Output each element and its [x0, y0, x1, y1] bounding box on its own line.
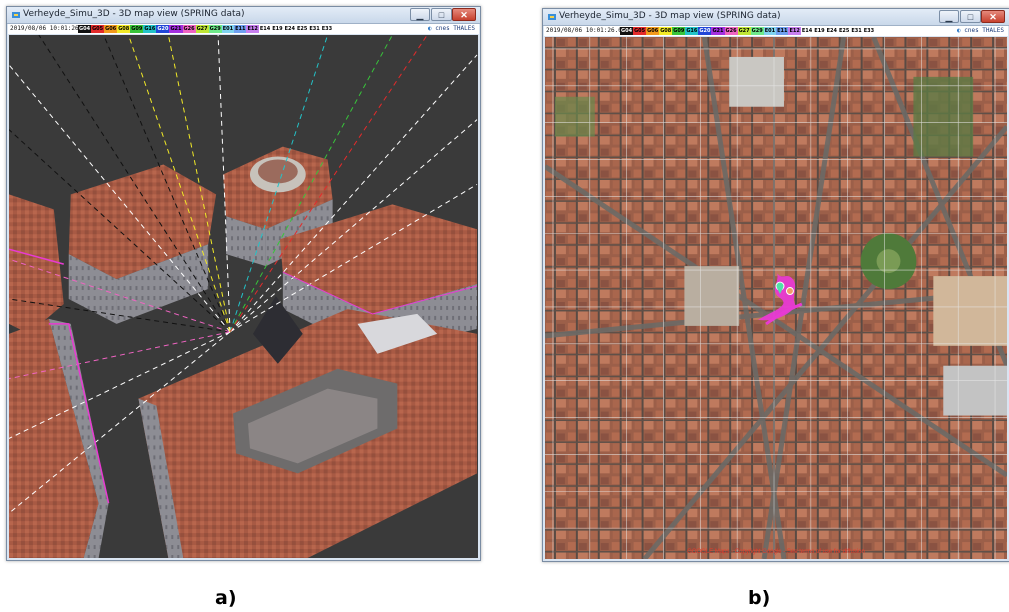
- window-3d-view-a: Verheyde_Simu_3D - 3D map view (SPRING d…: [6, 6, 481, 561]
- satellite-legend: G04 G05 G06 G08 G09 G16 G20 G21 G26 G27 G29 E01 E11 E…: [620, 27, 876, 35]
- satellite-chip-g29: G29: [208, 25, 222, 33]
- satellite-chip-g16: G16: [685, 27, 699, 35]
- satellite-chip-g21: G21: [169, 25, 183, 33]
- close-button[interactable]: ✕: [452, 8, 476, 21]
- satellite-chip-g20: G20: [156, 25, 170, 33]
- logo-text: cnes THALES: [964, 27, 1004, 34]
- satellite-chip-e14: E14: [800, 27, 814, 35]
- satellite-chip-e25: E25: [295, 25, 309, 33]
- aerial-map[interactable]: [545, 37, 1007, 559]
- maximize-button[interactable]: □: [960, 10, 981, 23]
- satellite-chip-e24: E24: [283, 25, 296, 33]
- satellite-chip-g06: G06: [646, 27, 660, 35]
- satellite-chip-g05: G05: [633, 27, 647, 35]
- caption-b: b): [748, 587, 771, 609]
- satellite-chip-g09: G09: [672, 27, 686, 35]
- close-button[interactable]: ✕: [981, 10, 1005, 23]
- map-copyright: GOOGLE Maps - Copyright Google - See ter…: [687, 549, 865, 555]
- satellite-chip-g27: G27: [737, 27, 751, 35]
- satellite-chip-e01: E01: [221, 25, 235, 33]
- satellite-chip-g16: G16: [143, 25, 157, 33]
- satellite-chip-e19: E19: [813, 27, 826, 35]
- satellite-chip-g26: G26: [182, 25, 196, 33]
- satellite-chip-g04: G04: [78, 25, 92, 33]
- logo-text: cnes THALES: [435, 25, 475, 32]
- info-bar: 2019/08/06 10:01:26.000 GPS G04 G05 G06 G08…: [8, 24, 479, 34]
- satellite-chip-e31: E31: [850, 27, 863, 35]
- satellite-legend: G04 G05 G06 G08 G09 G16 G20 G21 G26 G27 G29 E01 E11 E…: [78, 25, 334, 33]
- satellite-chip-g04: G04: [620, 27, 634, 35]
- satellite-chip-g09: G09: [130, 25, 144, 33]
- app-icon: [548, 14, 556, 20]
- satellite-chip-g29: G29: [750, 27, 764, 35]
- satellite-chip-e33: E33: [320, 25, 334, 33]
- satellite-chip-e12: E12: [246, 25, 259, 33]
- satellite-chip-g27: G27: [195, 25, 209, 33]
- satellite-chip-g06: G06: [104, 25, 118, 33]
- satellite-chip-e19: E19: [271, 25, 284, 33]
- satellite-chip-g05: G05: [91, 25, 105, 33]
- 3d-scene-viewport[interactable]: [9, 35, 478, 558]
- maximize-button[interactable]: □: [431, 8, 452, 21]
- title-bar[interactable]: Verheyde_Simu_3D - 3D map view (SPRING d…: [7, 7, 480, 24]
- 3d-building-scene[interactable]: [9, 35, 478, 558]
- satellite-chip-e31: E31: [308, 25, 321, 33]
- app-icon: [12, 12, 20, 18]
- minimize-button[interactable]: ▁: [410, 8, 430, 21]
- title-bar[interactable]: Verheyde_Simu_3D - 3D map view (SPRING d…: [543, 9, 1009, 26]
- satellite-chip-e24: E24: [825, 27, 838, 35]
- cnes-thales-logo: ◐ cnes THALES: [428, 24, 475, 34]
- window-title: Verheyde_Simu_3D - 3D map view (SPRING d…: [559, 11, 781, 21]
- satellite-chip-e11: E11: [776, 27, 789, 35]
- satellite-chip-e12: E12: [788, 27, 801, 35]
- satellite-chip-g26: G26: [724, 27, 738, 35]
- cnes-logo-icon: ◐: [957, 27, 961, 34]
- satellite-chip-e01: E01: [763, 27, 777, 35]
- cnes-logo-icon: ◐: [428, 25, 432, 32]
- satellite-chip-e25: E25: [837, 27, 851, 35]
- satellite-chip-e11: E11: [234, 25, 247, 33]
- satellite-chip-g08: G08: [659, 27, 673, 35]
- satellite-chip-g08: G08: [117, 25, 131, 33]
- satellite-chip-e14: E14: [258, 25, 272, 33]
- window-map-view-b: Verheyde_Simu_3D - 3D map view (SPRING d…: [542, 8, 1009, 562]
- satellite-chip-g21: G21: [711, 27, 725, 35]
- satellite-chip-g20: G20: [698, 27, 712, 35]
- caption-a: a): [215, 587, 237, 609]
- cnes-thales-logo: ◐ cnes THALES: [957, 26, 1004, 36]
- minimize-button[interactable]: ▁: [939, 10, 959, 23]
- satellite-map-viewport[interactable]: GOOGLE Maps - Copyright Google - See ter…: [545, 37, 1007, 559]
- window-title: Verheyde_Simu_3D - 3D map view (SPRING d…: [23, 9, 245, 19]
- info-bar: 2019/08/06 10:01:26.000 GPS G04 G05 G06 G08…: [544, 26, 1008, 36]
- satellite-chip-e33: E33: [862, 27, 876, 35]
